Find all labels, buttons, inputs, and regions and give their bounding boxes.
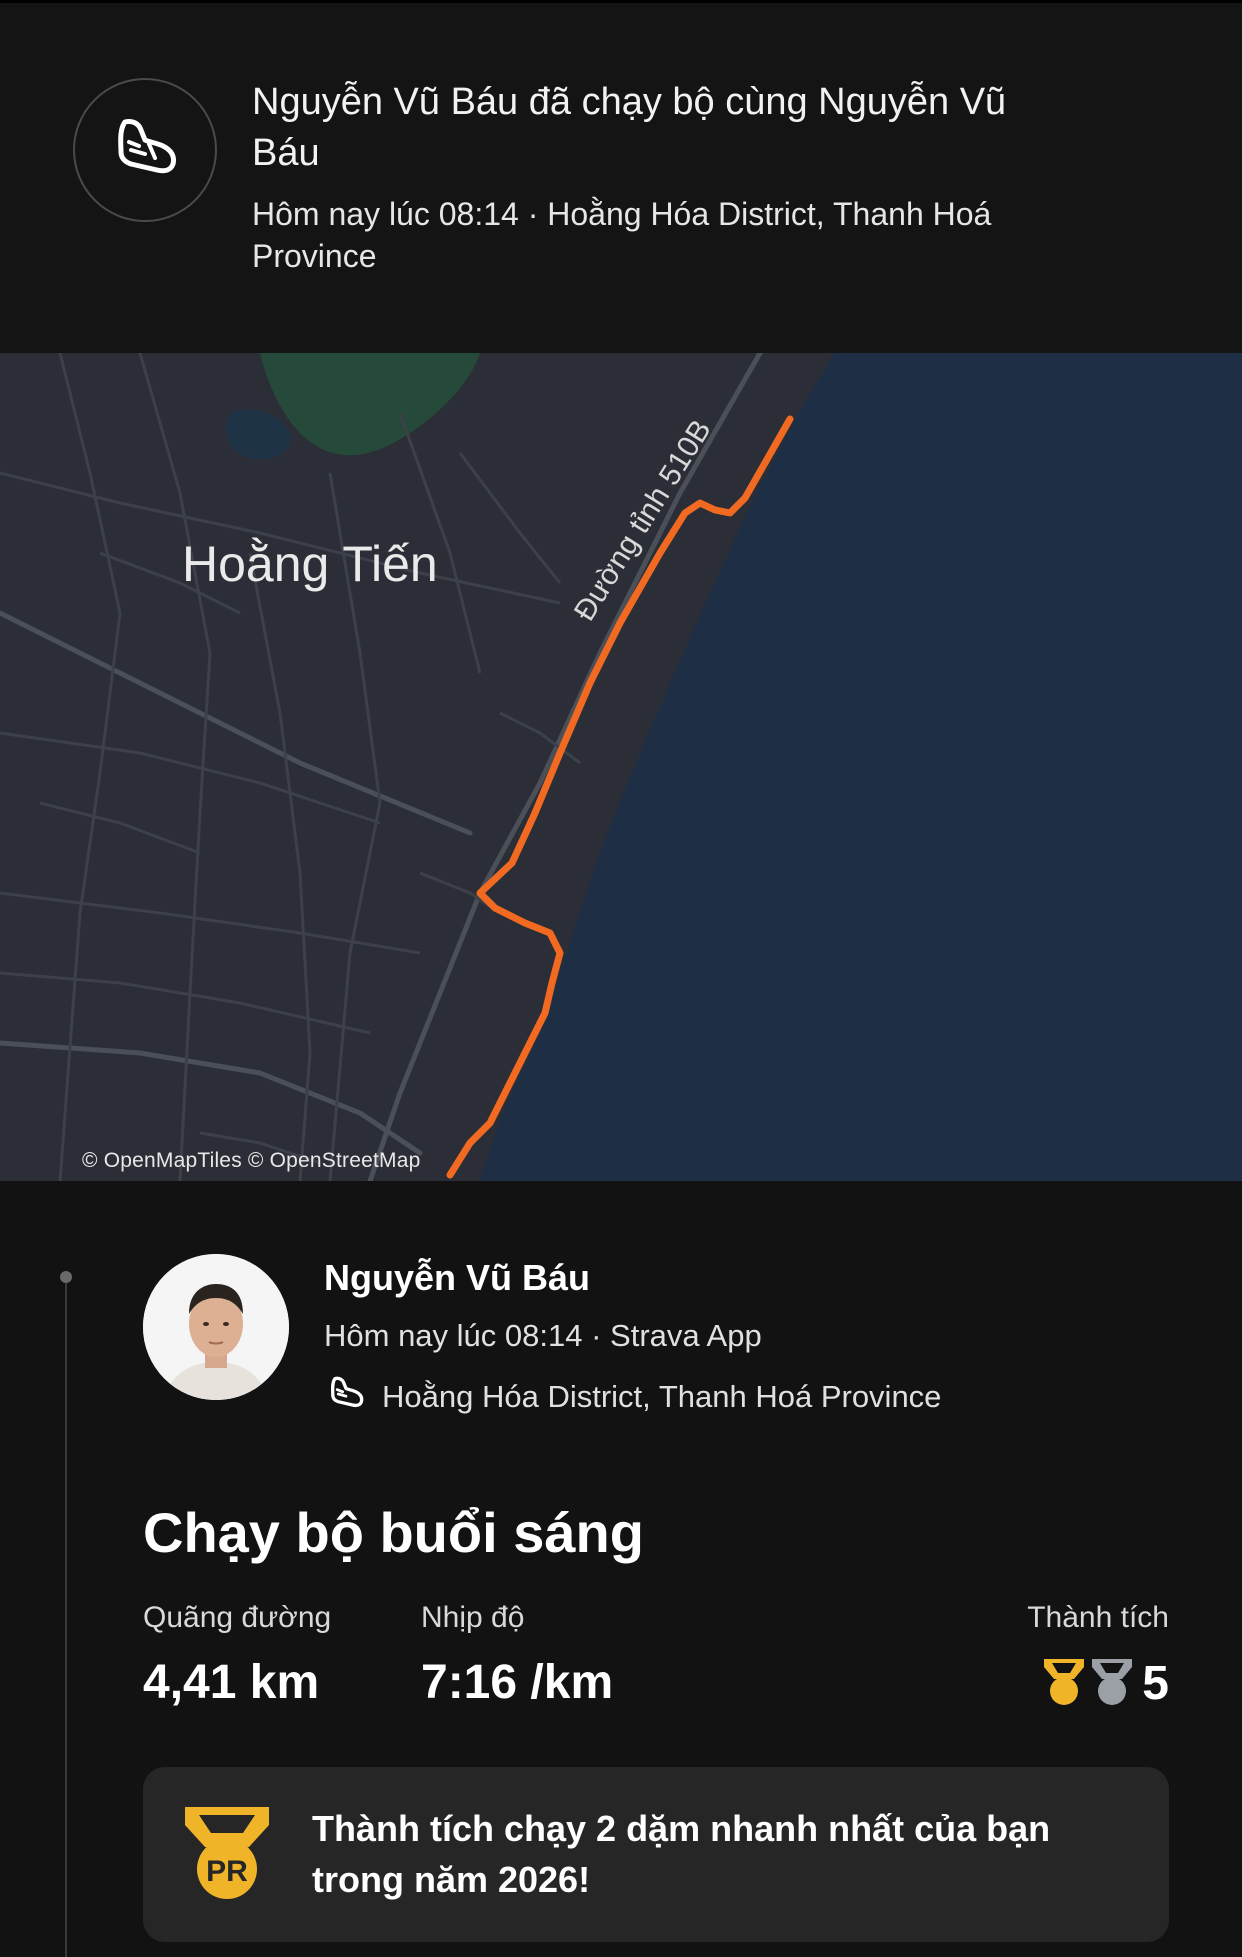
silver-medal-icon: [1088, 1655, 1136, 1712]
activity-meta: Hôm nay lúc 08:14 · Strava App: [324, 1318, 762, 1353]
pr-message: Thành tích chạy 2 dặm nhanh nhất của bạn…: [312, 1808, 1051, 1900]
header-title[interactable]: Nguyễn Vũ Báu đã chạy bộ cùng Nguyễn Vũ …: [252, 77, 1012, 179]
running-shoe-icon: [324, 1372, 368, 1421]
location-text: Hoằng Hóa District, Thanh Hoá Province: [382, 1378, 942, 1414]
route-map[interactable]: Hoằng Tiến Đường tỉnh 510B © OpenMapTile…: [0, 353, 1242, 1181]
pr-medal-icon: PR: [181, 1803, 273, 1908]
gold-medal-icon: [1040, 1655, 1088, 1712]
pace-value: 7:16 /km: [421, 1656, 614, 1709]
activity-header: Nguyễn Vũ Báu đã chạy bộ cùng Nguyễn Vũ …: [0, 3, 1242, 353]
timeline-line: [65, 1278, 67, 1957]
map-credit[interactable]: © OpenMapTiles © OpenStreetMap: [82, 1149, 420, 1173]
athlete-name[interactable]: Nguyễn Vũ Báu: [324, 1257, 590, 1299]
distance-label: Quãng đường: [143, 1601, 332, 1634]
header-subtitle: Hôm nay lúc 08:14 · Hoằng Hóa District, …: [252, 196, 992, 274]
achievements-count: 5: [1142, 1657, 1169, 1710]
distance-value: 4,41 km: [143, 1656, 320, 1709]
pr-badge-text: PR: [206, 1855, 248, 1888]
pace-label: Nhịp độ: [421, 1601, 525, 1634]
map-place-label: Hoằng Tiến: [182, 536, 438, 592]
achievements-label: Thành tích: [1027, 1601, 1169, 1634]
map-road-label: Đường tỉnh 510B: [568, 414, 718, 626]
timeline-dot: [60, 1271, 72, 1283]
activity-title[interactable]: Chạy bộ buổi sáng: [143, 1500, 644, 1565]
achievements-row[interactable]: 5: [1040, 1655, 1169, 1712]
running-shoe-icon: [73, 78, 217, 222]
location-row: Hoằng Hóa District, Thanh Hoá Province: [324, 1372, 941, 1421]
avatar[interactable]: [143, 1254, 289, 1400]
pr-card[interactable]: PR Thành tích chạy 2 dặm nhanh nhất của …: [143, 1767, 1169, 1942]
